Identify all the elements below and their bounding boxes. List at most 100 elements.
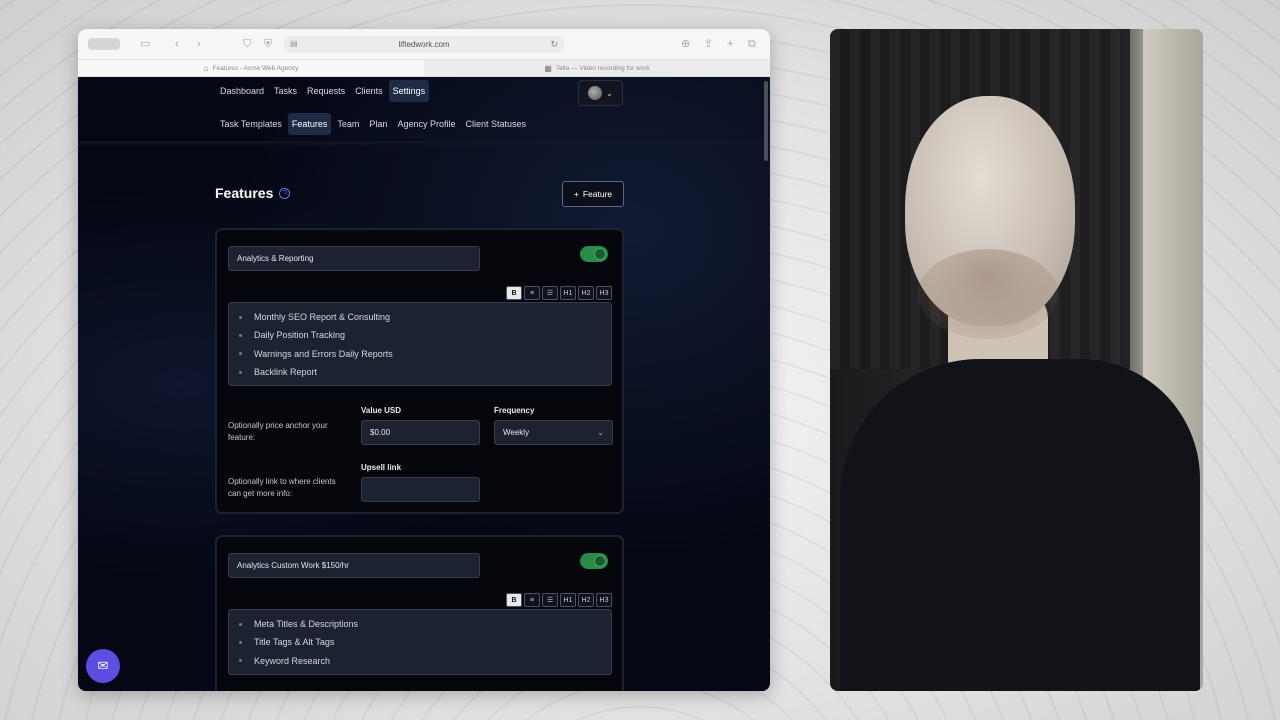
nav-dashboard[interactable]: Dashboard bbox=[216, 80, 268, 102]
feature-name-input[interactable]: Analytics & Reporting bbox=[228, 246, 480, 271]
list-item: Warnings and Errors Daily Reports bbox=[229, 345, 611, 363]
forward-icon[interactable]: › bbox=[197, 37, 201, 51]
price-hint: Optionally price anchor your feature: bbox=[228, 421, 328, 442]
bold-button[interactable]: B bbox=[506, 593, 522, 607]
scrollbar[interactable] bbox=[764, 81, 768, 161]
bullet-icon bbox=[239, 659, 242, 663]
frequency-label: Frequency bbox=[494, 406, 535, 415]
heading2-button[interactable]: H2 bbox=[578, 286, 594, 300]
frequency-select[interactable]: Weekly ⌄ bbox=[494, 420, 613, 445]
tab-label: Tella — Video recording for work bbox=[555, 64, 650, 72]
heading1-button[interactable]: H1 bbox=[560, 286, 576, 300]
list-item: Daily Position Tracking bbox=[229, 326, 611, 344]
bullet-icon bbox=[239, 370, 242, 374]
browser-tab-tella[interactable]: ▦ Tella — Video recording for work bbox=[424, 60, 770, 76]
list-item-text: Warnings and Errors Daily Reports bbox=[254, 348, 393, 359]
value-label: Value USD bbox=[361, 406, 402, 415]
toggle-knob bbox=[594, 248, 606, 260]
bullet-list-button[interactable]: ☰ bbox=[542, 593, 558, 607]
feature-enabled-toggle[interactable] bbox=[580, 553, 608, 569]
share-icon[interactable]: ⇪ bbox=[704, 37, 713, 51]
header-divider bbox=[78, 141, 770, 147]
toggle-knob bbox=[594, 555, 606, 567]
subnav-team[interactable]: Team bbox=[333, 113, 363, 135]
feature-enabled-toggle[interactable] bbox=[580, 246, 608, 262]
heading1-button[interactable]: H1 bbox=[560, 593, 576, 607]
bold-button[interactable]: B bbox=[506, 286, 522, 300]
new-tab-icon[interactable]: + bbox=[727, 37, 733, 51]
shield-icon[interactable]: ⛉ bbox=[243, 37, 251, 51]
account-menu[interactable]: ⌄ bbox=[578, 80, 623, 106]
address-bar[interactable]: ▤ liftedwork.com ↻ bbox=[284, 36, 564, 53]
bullet-icon bbox=[239, 315, 242, 319]
subnav-features[interactable]: Features bbox=[287, 113, 332, 135]
app-content: Dashboard Tasks Requests Clients Setting… bbox=[78, 77, 770, 691]
ordered-list-button[interactable]: ≡ bbox=[524, 593, 540, 607]
nav-clients[interactable]: Clients bbox=[351, 80, 387, 102]
sidebar-toggle-button[interactable] bbox=[88, 38, 120, 50]
list-item: Backlink Report bbox=[229, 363, 611, 381]
feature-list-editor[interactable]: Monthly SEO Report & Consulting Daily Po… bbox=[228, 302, 612, 387]
ordered-list-button[interactable]: ≡ bbox=[524, 286, 540, 300]
value-input[interactable]: $0.00 bbox=[361, 420, 480, 445]
page-icon: ▤ bbox=[290, 39, 298, 48]
chat-icon[interactable]: ✉ bbox=[86, 649, 120, 683]
webcam-video bbox=[830, 29, 1203, 691]
subnav-client-statuses[interactable]: Client Statuses bbox=[461, 113, 530, 135]
upsell-link-input[interactable] bbox=[361, 477, 480, 502]
chevron-down-icon: ⌄ bbox=[606, 88, 613, 98]
subnav-agency-profile[interactable]: Agency Profile bbox=[393, 113, 459, 135]
subnav-plan[interactable]: Plan bbox=[365, 113, 391, 135]
nav-tasks[interactable]: Tasks bbox=[270, 80, 301, 102]
list-item-text: Monthly SEO Report & Consulting bbox=[254, 312, 391, 323]
feature-card: Analytics Custom Work $150/hr B ≡ ☰ H1 H… bbox=[215, 535, 624, 691]
heading3-button[interactable]: H3 bbox=[596, 286, 612, 300]
main-nav: Dashboard Tasks Requests Clients Setting… bbox=[216, 80, 431, 102]
chevron-down-icon: ⌄ bbox=[597, 428, 604, 437]
list-item: Meta Titles & Descriptions bbox=[229, 615, 611, 633]
bullet-icon bbox=[239, 352, 242, 356]
feature-list-editor[interactable]: Meta Titles & Descriptions Title Tags & … bbox=[228, 609, 612, 675]
editor-toolbar: B ≡ ☰ H1 H2 H3 bbox=[506, 593, 612, 607]
list-item-text: Keyword Research bbox=[254, 655, 331, 666]
bullet-list-button[interactable]: ☰ bbox=[542, 286, 558, 300]
browser-tab-features[interactable]: ⌂ Features - Acme Web Agency bbox=[78, 60, 424, 76]
heading2-button[interactable]: H2 bbox=[578, 593, 594, 607]
upsell-link-label: Upsell link bbox=[361, 463, 402, 472]
settings-subnav: Task Templates Features Team Plan Agency… bbox=[216, 113, 532, 135]
grid-icon: ▦ bbox=[544, 63, 552, 73]
frequency-value: Weekly bbox=[503, 428, 530, 437]
house-icon: ⌂ bbox=[203, 63, 209, 73]
page-title-text: Features bbox=[215, 185, 274, 201]
sidebar-icon[interactable]: ▭ bbox=[140, 37, 150, 51]
reload-icon[interactable]: ↻ bbox=[550, 39, 558, 50]
plus-icon: + bbox=[573, 189, 579, 199]
help-icon[interactable]: ? bbox=[279, 187, 291, 199]
bullet-icon bbox=[239, 622, 242, 626]
bullet-icon bbox=[239, 333, 242, 337]
add-feature-button[interactable]: + Feature bbox=[562, 181, 624, 207]
subnav-task-templates[interactable]: Task Templates bbox=[216, 113, 286, 135]
back-icon[interactable]: ‹ bbox=[175, 37, 179, 51]
bullet-icon bbox=[239, 640, 242, 644]
list-item-text: Daily Position Tracking bbox=[254, 330, 346, 341]
download-icon[interactable]: ⊕ bbox=[681, 37, 690, 51]
nav-requests[interactable]: Requests bbox=[303, 80, 349, 102]
list-item: Title Tags & Alt Tags bbox=[229, 633, 611, 651]
privacy-icon[interactable]: ⛨ bbox=[264, 37, 272, 51]
list-item: Monthly SEO Report & Consulting bbox=[229, 308, 611, 326]
browser-window: ▭ ‹ › ⛉ ⛨ ▤ liftedwork.com ↻ ⊕ ⇪ + ⧉ ⌂ F… bbox=[78, 29, 770, 691]
link-hint: Optionally link to where clients can get… bbox=[228, 477, 336, 498]
list-item: Keyword Research bbox=[229, 652, 611, 670]
nav-settings[interactable]: Settings bbox=[388, 80, 430, 102]
avatar bbox=[588, 86, 603, 100]
heading3-button[interactable]: H3 bbox=[596, 593, 612, 607]
feature-card: Analytics & Reporting B ≡ ☰ H1 H2 H3 Mon… bbox=[215, 228, 624, 514]
person-beard bbox=[918, 249, 1058, 339]
browser-tabbar: ⌂ Features - Acme Web Agency ▦ Tella — V… bbox=[78, 60, 770, 77]
page-title: Features ? bbox=[215, 185, 291, 201]
browser-toolbar: ▭ ‹ › ⛉ ⛨ ▤ liftedwork.com ↻ ⊕ ⇪ + ⧉ bbox=[78, 29, 770, 60]
tab-label: Features - Acme Web Agency bbox=[212, 64, 299, 72]
tab-overview-icon[interactable]: ⧉ bbox=[748, 37, 756, 51]
feature-name-input[interactable]: Analytics Custom Work $150/hr bbox=[228, 553, 480, 578]
